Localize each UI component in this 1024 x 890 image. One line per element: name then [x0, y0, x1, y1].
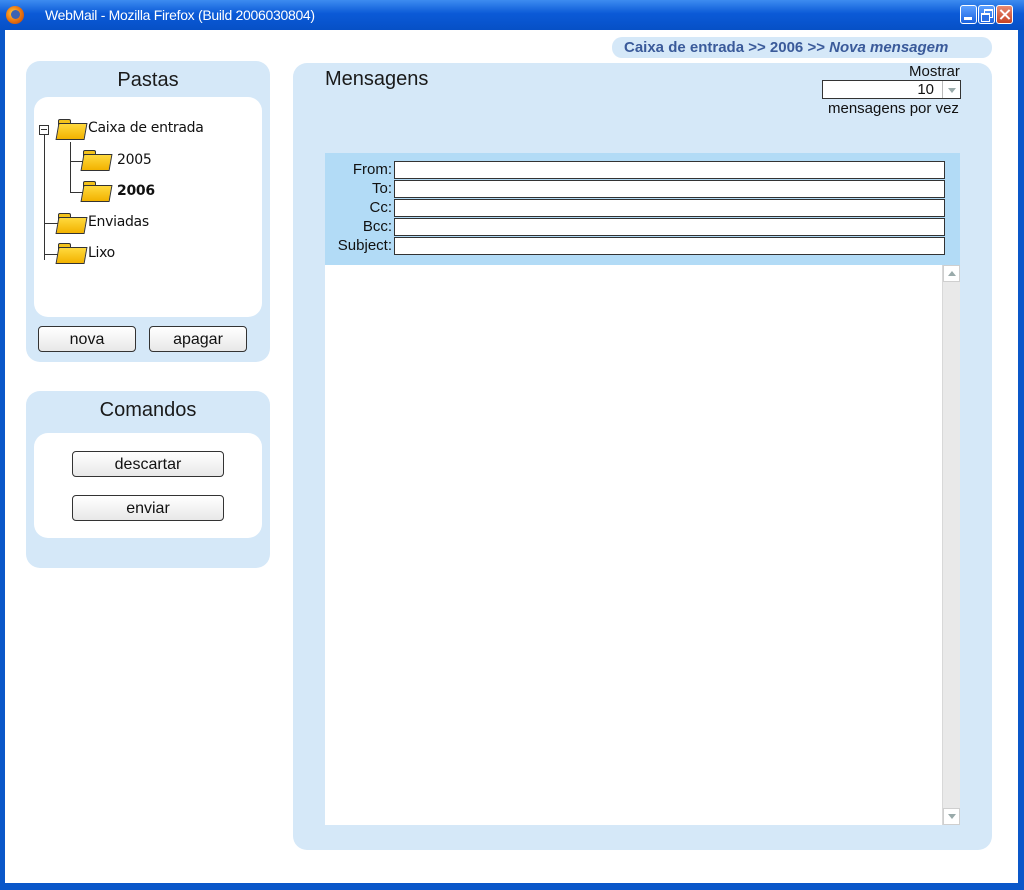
message-body-area	[325, 265, 960, 825]
bcc-field[interactable]	[394, 218, 945, 236]
tree-line	[44, 130, 45, 260]
tree-line	[44, 254, 58, 255]
bcc-row: Bcc:	[325, 218, 960, 236]
message-body-input[interactable]	[325, 265, 942, 825]
discard-button[interactable]: descartar	[72, 451, 224, 477]
commands-panel: Comandos descartar enviar	[26, 391, 270, 568]
subject-row: Subject:	[325, 237, 960, 255]
folder-enviadas[interactable]: Enviadas	[88, 214, 149, 230]
folder-caixa-de-entrada[interactable]: Caixa de entrada	[88, 120, 204, 136]
folder-icon[interactable]	[82, 149, 110, 169]
scroll-up-icon[interactable]	[943, 265, 960, 282]
folder-icon[interactable]	[57, 212, 85, 232]
to-row: To:	[325, 180, 960, 198]
folders-title: Pastas	[117, 69, 179, 91]
commands-box: descartar enviar	[34, 433, 262, 538]
from-field[interactable]	[394, 161, 945, 179]
new-folder-button[interactable]: nova	[38, 326, 136, 352]
folder-2006[interactable]: 2006	[117, 183, 155, 199]
tree-line	[70, 142, 71, 192]
subject-field[interactable]	[394, 237, 945, 255]
vertical-scrollbar[interactable]	[942, 265, 960, 825]
breadcrumb-current: Nova mensagem	[829, 39, 949, 56]
delete-folder-button[interactable]: apagar	[149, 326, 247, 352]
per-page-suffix: mensagens por vez	[828, 100, 959, 117]
window-title: WebMail - Mozilla Firefox (Build 2006030…	[45, 7, 315, 23]
restore-icon[interactable]	[978, 5, 995, 24]
folder-lixo[interactable]: Lixo	[88, 245, 115, 261]
messages-title: Mensagens	[325, 68, 429, 90]
scroll-down-icon[interactable]	[943, 808, 960, 825]
to-label: To:	[371, 180, 392, 197]
folder-icon[interactable]	[57, 118, 85, 138]
per-page-value: 10	[917, 81, 934, 98]
from-row: From:	[325, 161, 960, 179]
collapse-toggle-icon[interactable]	[39, 125, 49, 135]
folders-panel: Pastas Caixa de entrada 2005 2006 Enviad…	[26, 61, 270, 362]
message-header-fields: From: To: Cc: Bcc: Subject:	[325, 153, 960, 265]
browser-window: WebMail - Mozilla Firefox (Build 2006030…	[0, 0, 1024, 890]
firefox-icon	[6, 6, 24, 24]
close-icon[interactable]	[996, 5, 1013, 24]
folder-tree: Caixa de entrada 2005 2006 Enviadas Lixo	[34, 97, 262, 317]
show-label: Mostrar	[909, 63, 960, 80]
commands-title: Comandos	[99, 399, 197, 421]
folder-icon[interactable]	[82, 180, 110, 200]
to-field[interactable]	[394, 180, 945, 198]
breadcrumb-path: Caixa de entrada >> 2006 >>	[624, 39, 830, 56]
cc-label: Cc:	[369, 199, 393, 216]
cc-row: Cc:	[325, 199, 960, 217]
tree-line	[44, 223, 58, 224]
from-label: From:	[352, 161, 392, 178]
minimize-icon[interactable]	[960, 5, 977, 24]
per-page-select[interactable]: 10	[822, 80, 961, 99]
messages-panel: Mensagens Mostrar 10 mensagens por vez F…	[293, 63, 992, 850]
title-bar[interactable]: WebMail - Mozilla Firefox (Build 2006030…	[0, 0, 1024, 30]
page-content: Caixa de entrada >> 2006 >> Nova mensage…	[5, 30, 1018, 883]
send-button[interactable]: enviar	[72, 495, 224, 521]
chevron-down-icon[interactable]	[942, 81, 960, 98]
cc-field[interactable]	[394, 199, 945, 217]
breadcrumb: Caixa de entrada >> 2006 >> Nova mensage…	[612, 37, 992, 58]
bcc-label: Bcc:	[362, 218, 392, 235]
subject-label: Subject:	[337, 237, 392, 254]
folder-2005[interactable]: 2005	[117, 152, 152, 168]
folder-icon[interactable]	[57, 242, 85, 262]
